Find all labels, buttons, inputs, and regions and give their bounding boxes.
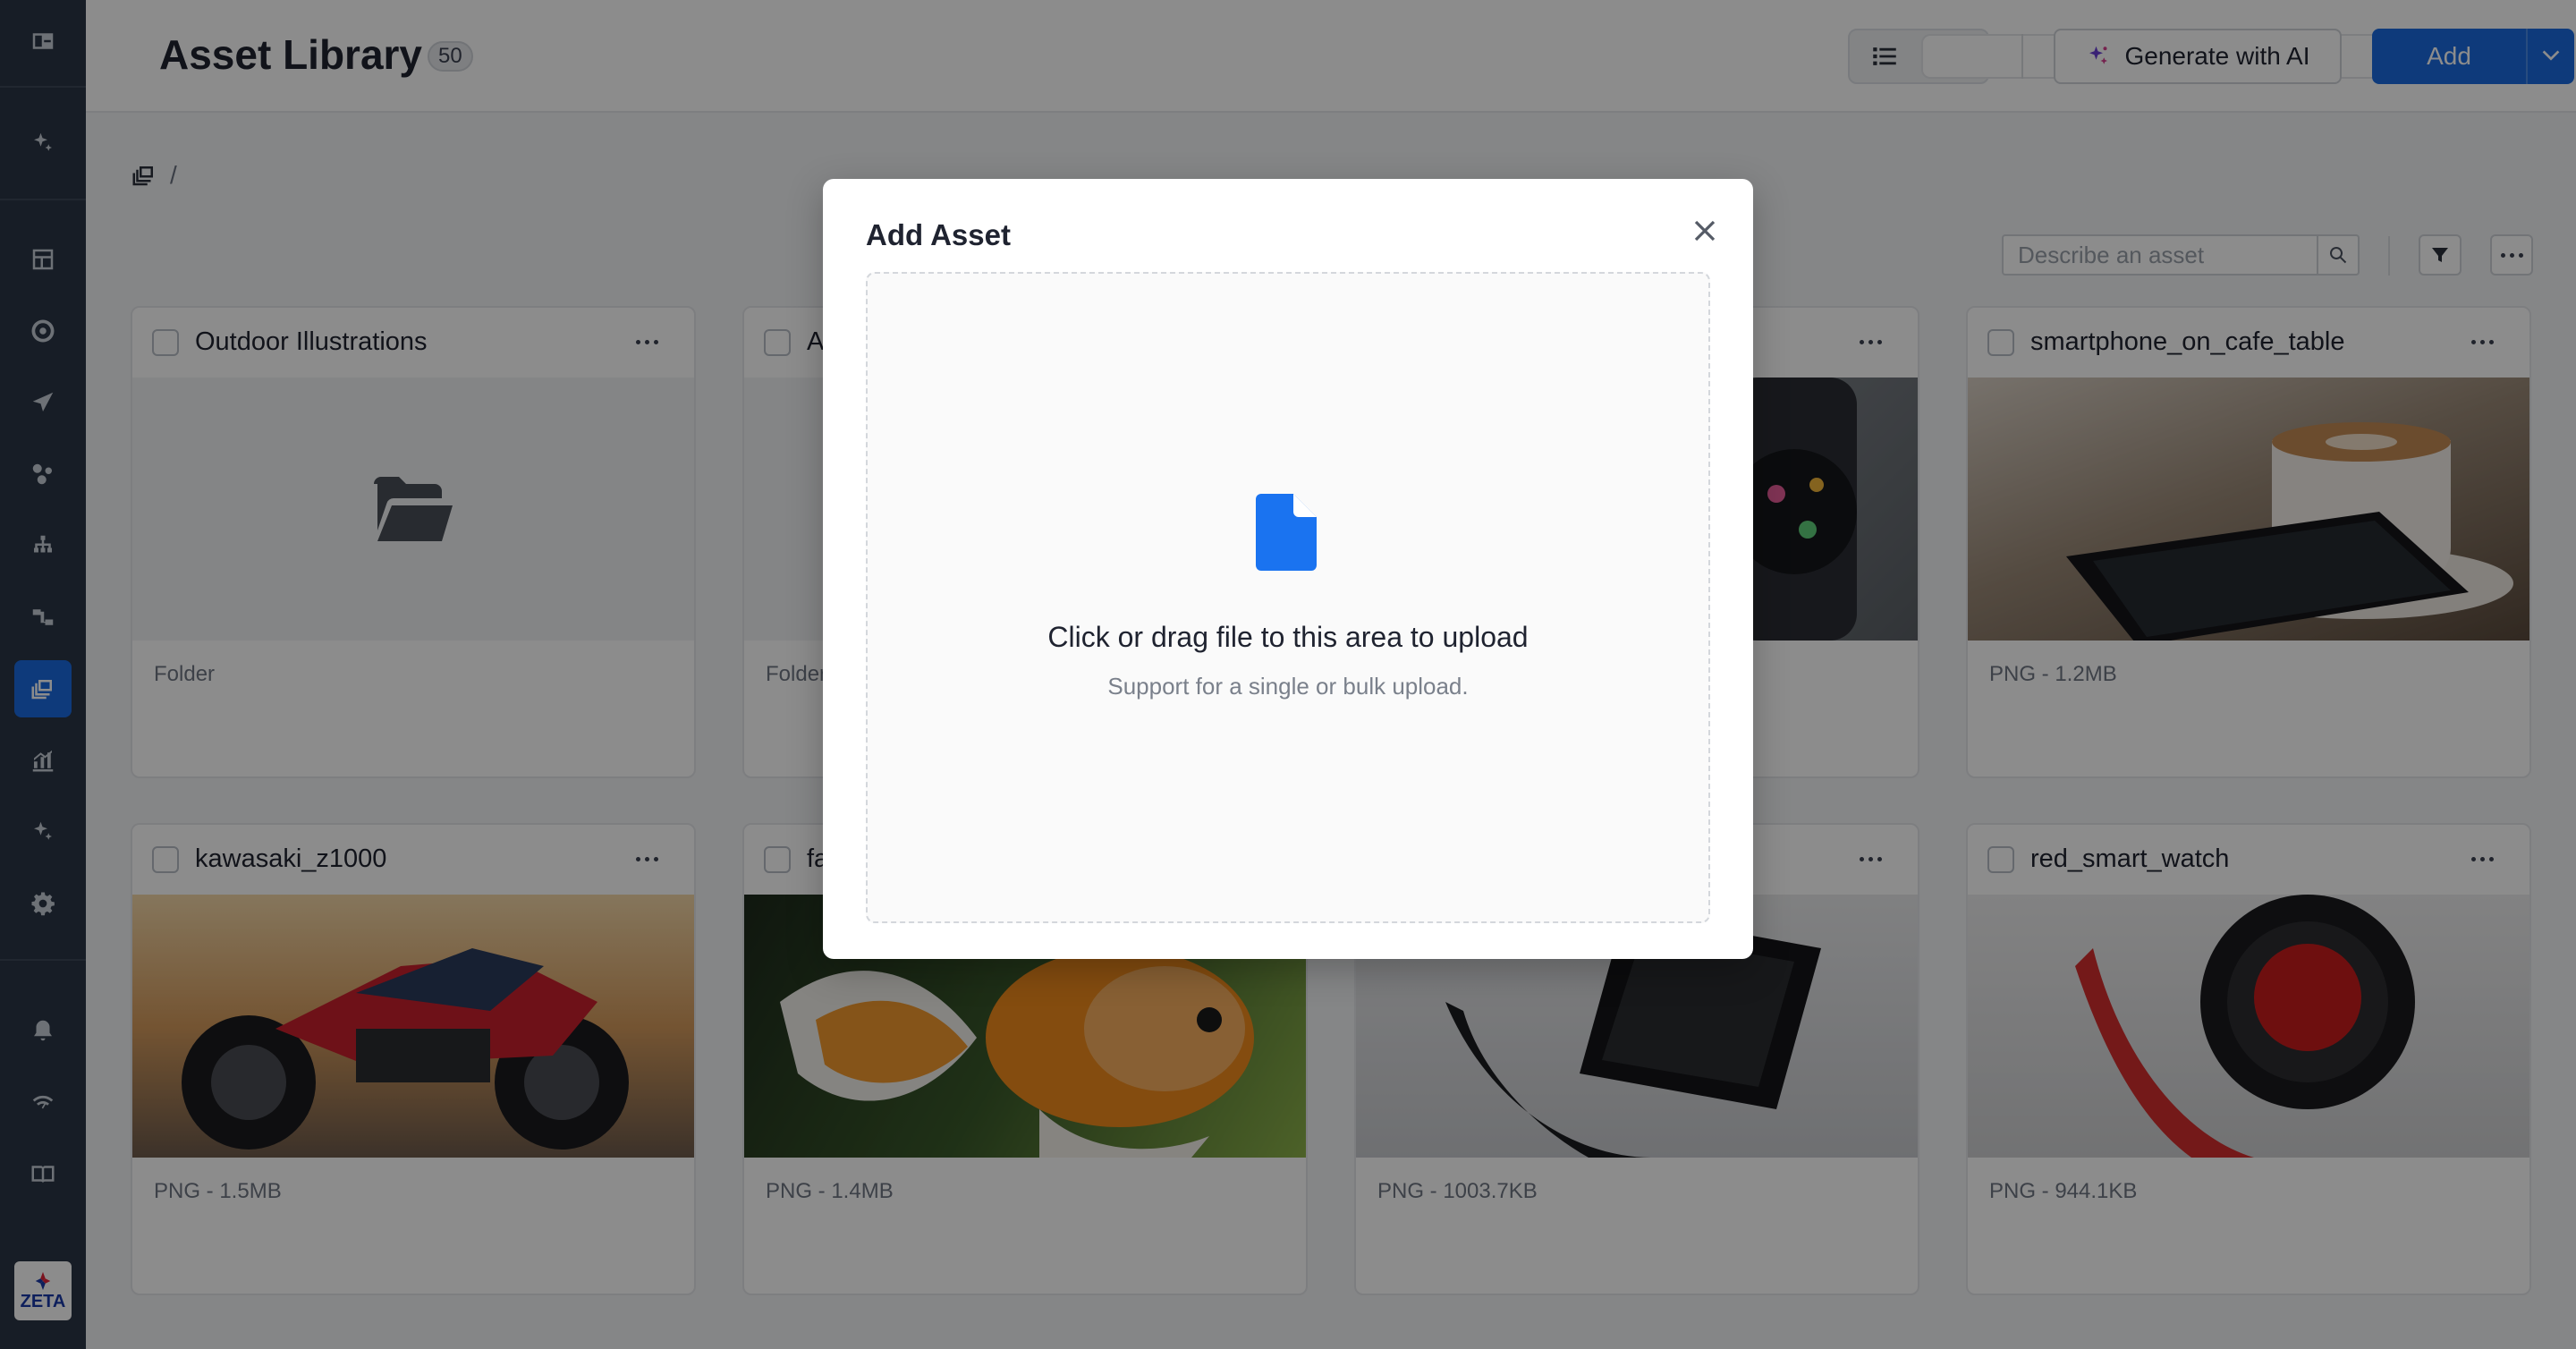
upload-dropzone[interactable]: Click or drag file to this area to uploa…: [866, 272, 1710, 923]
file-icon: [1256, 494, 1317, 571]
upload-hint: Support for a single or bulk upload.: [1107, 673, 1469, 700]
add-asset-modal: Add Asset Click or drag file to this are…: [823, 179, 1753, 959]
modal-close-button[interactable]: [1685, 211, 1724, 250]
upload-instruction: Click or drag file to this area to uploa…: [1047, 621, 1529, 653]
modal-title: Add Asset: [866, 218, 1011, 251]
close-icon: [1694, 220, 1716, 242]
